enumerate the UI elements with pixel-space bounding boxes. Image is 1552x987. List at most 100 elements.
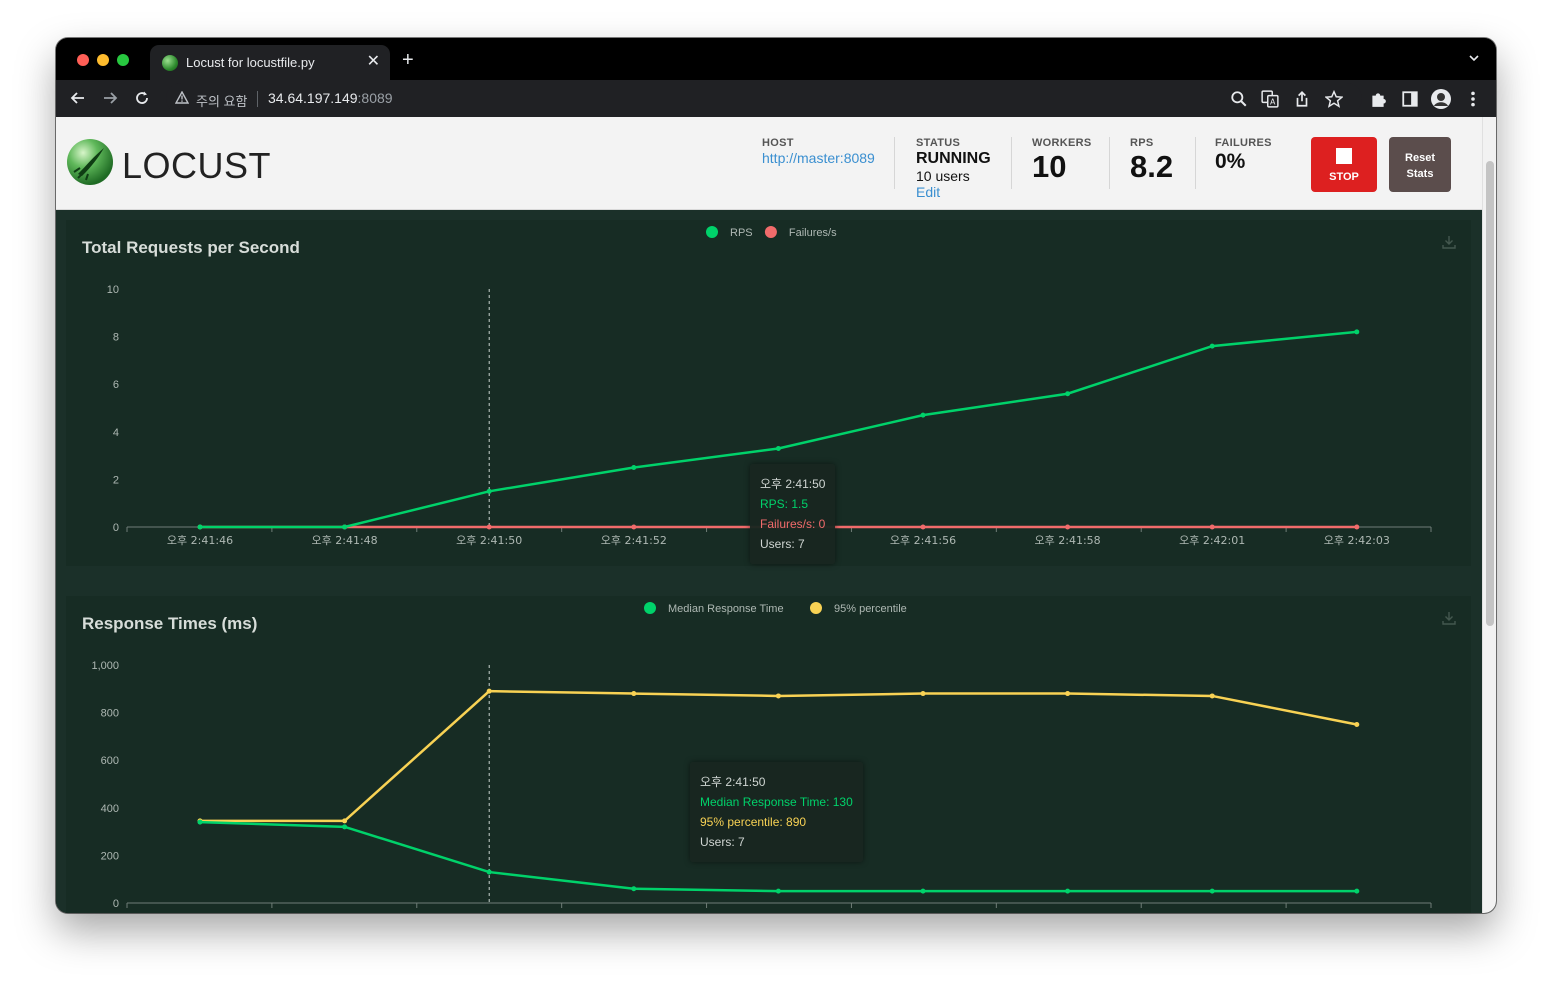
share-icon[interactable] (1293, 90, 1311, 108)
address-bar[interactable]: 주의 요함 34.64.197.149:8089 A (166, 83, 1362, 114)
tooltip-median: Median Response Time: 130 (700, 795, 853, 809)
data-point (631, 465, 637, 470)
data-point (197, 524, 203, 530)
workers-label: WORKERS (1032, 137, 1092, 149)
response-time-chart[interactable]: Median Response Time 95% percentile 0 200 40… (66, 596, 1471, 913)
legend-marker (764, 226, 777, 238)
tab-strip: Locust for locustfile.py ✕ + (56, 38, 1496, 80)
new-tab-button[interactable]: + (402, 50, 414, 70)
x-tick-label: 오후 2:42:01 (1179, 534, 1245, 547)
workers-stat: WORKERS 10 (1032, 137, 1092, 184)
search-icon[interactable] (1230, 90, 1248, 108)
rps-label: RPS (1130, 137, 1154, 149)
data-point (775, 693, 781, 699)
warning-icon[interactable] (175, 91, 189, 104)
reset-label-line2: Stats (1406, 168, 1434, 180)
data-point (1209, 524, 1215, 530)
y-tick-label: 10 (107, 284, 119, 296)
browser-tab[interactable]: Locust for locustfile.py ✕ (150, 45, 390, 80)
tooltip-p95: 95% percentile: 890 (700, 815, 807, 829)
forward-button[interactable] (98, 86, 122, 110)
legend-marker (810, 602, 822, 614)
more-vert-icon[interactable] (1464, 90, 1482, 108)
y-tick-label: 8 (113, 332, 119, 344)
back-button[interactable] (66, 86, 90, 110)
status-label: STATUS (916, 137, 961, 149)
data-point (631, 886, 637, 892)
data-point (1354, 524, 1360, 530)
tooltip-users: Users: 7 (700, 835, 745, 849)
tooltip-failures: Failures/s: 0 (760, 517, 826, 531)
page-scrollbar[interactable] (1482, 117, 1496, 913)
url-text: 34.64.197.149:8089 (268, 90, 393, 106)
svg-text:A: A (1270, 98, 1276, 107)
close-window-button[interactable] (77, 54, 89, 66)
data-point (775, 445, 781, 451)
tooltip-time: 오후 2:41:50 (700, 775, 766, 789)
tab-title: Locust for locustfile.py (186, 55, 315, 70)
side-panel-icon[interactable] (1401, 90, 1419, 108)
edit-users-link[interactable]: Edit (916, 184, 991, 200)
data-point (920, 691, 926, 697)
data-point (1065, 888, 1071, 894)
data-point (920, 888, 926, 894)
data-point (486, 688, 492, 694)
stop-label: STOP (1329, 171, 1359, 183)
extensions-puzzle-icon[interactable] (1369, 90, 1387, 108)
stat-divider (1011, 137, 1012, 189)
stat-divider (894, 137, 895, 189)
chevron-down-icon[interactable] (1468, 52, 1480, 64)
y-tick-label: 200 (101, 850, 119, 862)
data-point (1209, 888, 1215, 894)
browser-toolbar: 주의 요함 34.64.197.149:8089 A (56, 80, 1496, 117)
y-tick-label: 600 (101, 755, 119, 767)
url-port: :8089 (357, 90, 393, 106)
locust-header: LOCUST HOST http://master:8089 STATUS RU… (56, 117, 1482, 210)
reset-stats-button[interactable]: Reset Stats (1389, 137, 1451, 192)
reload-button[interactable] (130, 86, 154, 110)
data-point (197, 819, 203, 825)
profile-avatar-icon[interactable] (1430, 88, 1452, 110)
status-users: 10 users (916, 168, 970, 184)
reset-label-line1: Reset (1405, 152, 1435, 164)
translate-icon[interactable]: A (1261, 90, 1279, 108)
host-link[interactable]: http://master:8089 (762, 150, 875, 166)
data-point (631, 524, 637, 530)
data-point (486, 488, 492, 494)
locust-favicon-icon (162, 55, 178, 71)
locust-logo-icon (67, 139, 113, 185)
y-tick-label: 400 (101, 803, 119, 815)
data-point (631, 691, 637, 697)
legend-marker (644, 602, 656, 614)
workers-value: 10 (1032, 149, 1067, 184)
data-point (775, 888, 781, 894)
y-tick-label: 4 (113, 427, 119, 439)
stop-button[interactable]: STOP (1311, 137, 1377, 192)
minimize-window-button[interactable] (97, 54, 109, 66)
stat-divider (1195, 137, 1196, 189)
page-content: LOCUST HOST http://master:8089 STATUS RU… (56, 117, 1496, 913)
failures-stat: FAILURES 0% (1215, 137, 1272, 174)
url-host: 34.64.197.149 (268, 90, 358, 106)
security-warning-label: 주의 요함 (196, 94, 248, 109)
x-tick-label: 오후 2:41:52 (601, 534, 667, 547)
y-tick-label: 0 (113, 522, 119, 534)
data-point (1209, 343, 1215, 349)
x-tick-label: 오후 2:41:56 (890, 534, 956, 547)
x-tick-label: 오후 2:41:50 (456, 534, 522, 547)
tab-close-icon[interactable]: ✕ (367, 53, 380, 71)
legend-label: 95% percentile (834, 603, 907, 615)
data-point (486, 869, 492, 875)
response-time-chart-panel: Response Times (ms) Median Response Time… (66, 596, 1471, 913)
host-label: HOST (762, 137, 794, 149)
data-point (1065, 391, 1071, 397)
data-point (342, 818, 348, 824)
scrollbar-thumb[interactable] (1486, 161, 1494, 626)
stop-icon (1336, 148, 1352, 164)
y-tick-label: 1,000 (91, 660, 119, 672)
star-icon[interactable] (1325, 90, 1343, 108)
data-point (1354, 329, 1360, 335)
tooltip-users: Users: 7 (760, 537, 805, 551)
x-tick-label: 오후 2:41:58 (1035, 534, 1101, 547)
zoom-window-button[interactable] (117, 54, 129, 66)
